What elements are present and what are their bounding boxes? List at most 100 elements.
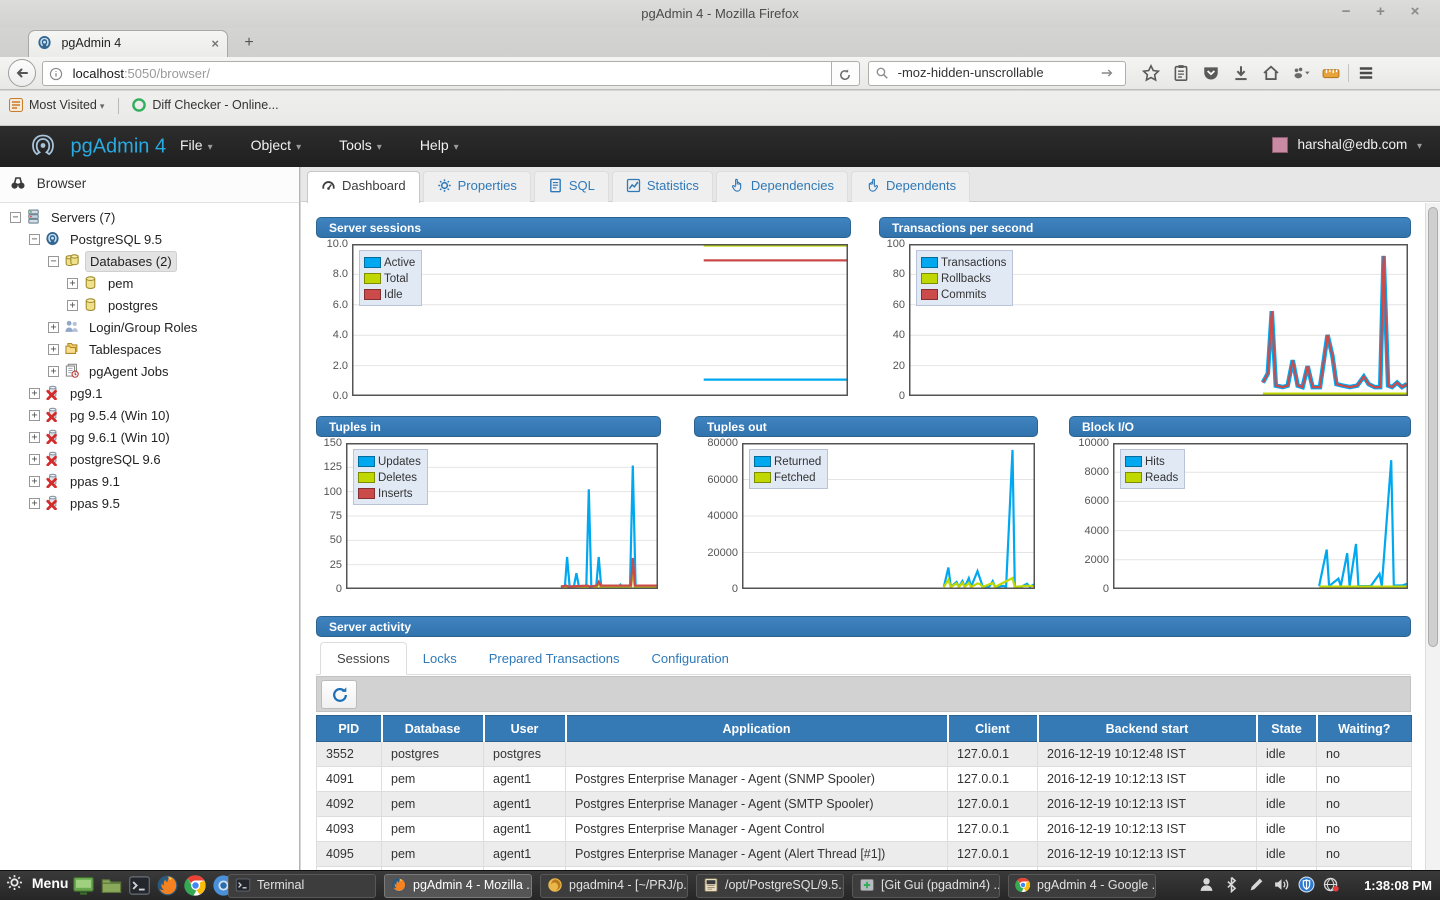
- new-tab-button[interactable]: +: [236, 34, 262, 54]
- tab-dependencies[interactable]: Dependencies: [716, 171, 848, 202]
- column-header-pid[interactable]: PID: [317, 716, 382, 742]
- collapse-icon[interactable]: −: [29, 234, 40, 245]
- task-button[interactable]: pgadmin4 - [~/PRJ/p...: [540, 874, 688, 898]
- task-button[interactable]: [Git Gui (pgadmin4) ...: [852, 874, 1000, 898]
- tree-node-servers-7[interactable]: −Servers (7): [4, 209, 299, 231]
- user-menu[interactable]: harshal@edb.com ▾: [1272, 137, 1422, 153]
- pocket-icon[interactable]: [1196, 60, 1226, 86]
- addon-icon[interactable]: [1286, 60, 1316, 86]
- column-header-waiting-[interactable]: Waiting?: [1317, 716, 1412, 742]
- expand-icon[interactable]: +: [29, 498, 40, 509]
- tab-dependents[interactable]: Dependents: [851, 171, 970, 202]
- tree-node-ppas-9-1[interactable]: +ppas 9.1: [4, 473, 299, 495]
- column-header-backend-start[interactable]: Backend start: [1038, 716, 1257, 742]
- maximize-button[interactable]: +: [1366, 3, 1396, 20]
- tray-pen-icon[interactable]: [1248, 876, 1265, 893]
- tray-shield-icon[interactable]: [1298, 876, 1315, 893]
- column-header-state[interactable]: State: [1257, 716, 1317, 742]
- tray-volume-icon[interactable]: [1273, 876, 1290, 893]
- task-button[interactable]: pgAdmin 4 - Google ...: [1008, 874, 1156, 898]
- tray-bluetooth-icon[interactable]: [1223, 876, 1240, 893]
- tray-user-icon[interactable]: [1198, 876, 1215, 893]
- tree-node-pg9-1[interactable]: +pg9.1: [4, 385, 299, 407]
- expand-icon[interactable]: +: [29, 476, 40, 487]
- tree-node-postgresql-9-5[interactable]: −PostgreSQL 9.5: [4, 231, 299, 253]
- tab-sessions[interactable]: Sessions: [320, 642, 407, 675]
- table-row[interactable]: 4095pemagent1Postgres Enterprise Manager…: [317, 842, 1412, 867]
- tab-sql[interactable]: SQL: [534, 171, 609, 202]
- tree-node-ppas-9-5[interactable]: +ppas 9.5: [4, 495, 299, 517]
- tree-node-pg-9-5-4-win-10[interactable]: +pg 9.5.4 (Win 10): [4, 407, 299, 429]
- task-button[interactable]: pgAdmin 4 - Mozilla ...: [384, 874, 532, 898]
- tab-statistics[interactable]: Statistics: [612, 171, 713, 202]
- expand-icon[interactable]: +: [29, 410, 40, 421]
- tab-prepared-transactions[interactable]: Prepared Transactions: [473, 643, 636, 676]
- reload-button[interactable]: [832, 61, 860, 86]
- measure-icon[interactable]: [1316, 60, 1346, 86]
- launcher-desktop-icon[interactable]: [72, 874, 95, 897]
- menu-help[interactable]: Help▾: [420, 137, 459, 153]
- column-header-database[interactable]: Database: [382, 716, 484, 742]
- table-row[interactable]: 4092pemagent1Postgres Enterprise Manager…: [317, 792, 1412, 817]
- launcher-folder-icon[interactable]: [100, 874, 123, 897]
- tree-node-login-group-roles[interactable]: +Login/Group Roles: [4, 319, 299, 341]
- refresh-button[interactable]: [321, 680, 357, 709]
- menu-object[interactable]: Object▾: [251, 137, 302, 153]
- tab-locks[interactable]: Locks: [407, 643, 473, 676]
- clipboard-icon[interactable]: [1166, 60, 1196, 86]
- tab-close-icon[interactable]: ×: [211, 36, 219, 51]
- tab-dashboard[interactable]: Dashboard: [307, 171, 420, 203]
- tree-node-databases-2[interactable]: −Databases (2): [4, 253, 299, 275]
- table-row[interactable]: 4091pemagent1Postgres Enterprise Manager…: [317, 767, 1412, 792]
- expand-icon[interactable]: +: [67, 300, 78, 311]
- vertical-scrollbar[interactable]: [1425, 203, 1440, 870]
- taskbar-menu-button[interactable]: Menu: [6, 875, 68, 891]
- hamburger-icon[interactable]: [1351, 60, 1381, 86]
- scrollbar-thumb[interactable]: [1428, 207, 1438, 647]
- tray-network-icon[interactable]: [1323, 876, 1340, 893]
- menu-tools[interactable]: Tools▾: [339, 137, 382, 153]
- info-icon[interactable]: [49, 67, 63, 81]
- download-icon[interactable]: [1226, 60, 1256, 86]
- back-button[interactable]: [8, 59, 36, 87]
- taskbar-tasks: Terminal pgAdmin 4 - Mozilla ... pgadmin4 …: [228, 874, 1164, 900]
- expand-icon[interactable]: +: [48, 344, 59, 355]
- collapse-icon[interactable]: −: [10, 212, 21, 223]
- expand-icon[interactable]: +: [48, 366, 59, 377]
- url-bar[interactable]: localhost:5050/browser/: [42, 61, 832, 86]
- table-row[interactable]: 3552postgrespostgres127.0.0.12016-12-19 …: [317, 742, 1412, 767]
- tree-node-pgagent-jobs[interactable]: +pgAgent Jobs: [4, 363, 299, 385]
- task-button[interactable]: /opt/PostgreSQL/9.5...: [696, 874, 844, 898]
- expand-icon[interactable]: +: [48, 322, 59, 333]
- launcher-chrome-icon[interactable]: [184, 874, 207, 897]
- tree-node-pem[interactable]: +pem: [4, 275, 299, 297]
- search-go-icon[interactable]: [1100, 66, 1114, 80]
- close-button[interactable]: ×: [1400, 3, 1430, 20]
- browser-tab-pgadmin[interactable]: pgAdmin 4 ×: [28, 30, 228, 57]
- launcher-terminal-icon[interactable]: [128, 874, 151, 897]
- table-row[interactable]: 4093pemagent1Postgres Enterprise Manager…: [317, 817, 1412, 842]
- home-icon[interactable]: [1256, 60, 1286, 86]
- column-header-application[interactable]: Application: [566, 716, 948, 742]
- tree-node-tablespaces[interactable]: +Tablespaces: [4, 341, 299, 363]
- collapse-icon[interactable]: −: [48, 256, 59, 267]
- search-bar[interactable]: -moz-hidden-unscrollable: [868, 61, 1126, 86]
- tree-node-postgresql-9-6[interactable]: +postgreSQL 9.6: [4, 451, 299, 473]
- minimize-button[interactable]: −: [1331, 3, 1361, 20]
- bookmark-item[interactable]: Diff Checker - Online...: [131, 98, 278, 113]
- star-icon[interactable]: [1136, 60, 1166, 86]
- menu-file[interactable]: File▾: [180, 137, 213, 153]
- tab-properties[interactable]: Properties: [423, 171, 531, 202]
- tree-node-postgres[interactable]: +postgres: [4, 297, 299, 319]
- tab-configuration[interactable]: Configuration: [636, 643, 745, 676]
- column-header-client[interactable]: Client: [948, 716, 1038, 742]
- tree-node-pg-9-6-1-win-10[interactable]: +pg 9.6.1 (Win 10): [4, 429, 299, 451]
- expand-icon[interactable]: +: [29, 454, 40, 465]
- column-header-user[interactable]: User: [484, 716, 566, 742]
- launcher-firefox-icon[interactable]: [156, 874, 179, 897]
- expand-icon[interactable]: +: [67, 278, 78, 289]
- expand-icon[interactable]: +: [29, 388, 40, 399]
- task-button[interactable]: Terminal: [228, 874, 376, 898]
- bookmark-item[interactable]: Most Visited▾: [8, 98, 104, 113]
- expand-icon[interactable]: +: [29, 432, 40, 443]
